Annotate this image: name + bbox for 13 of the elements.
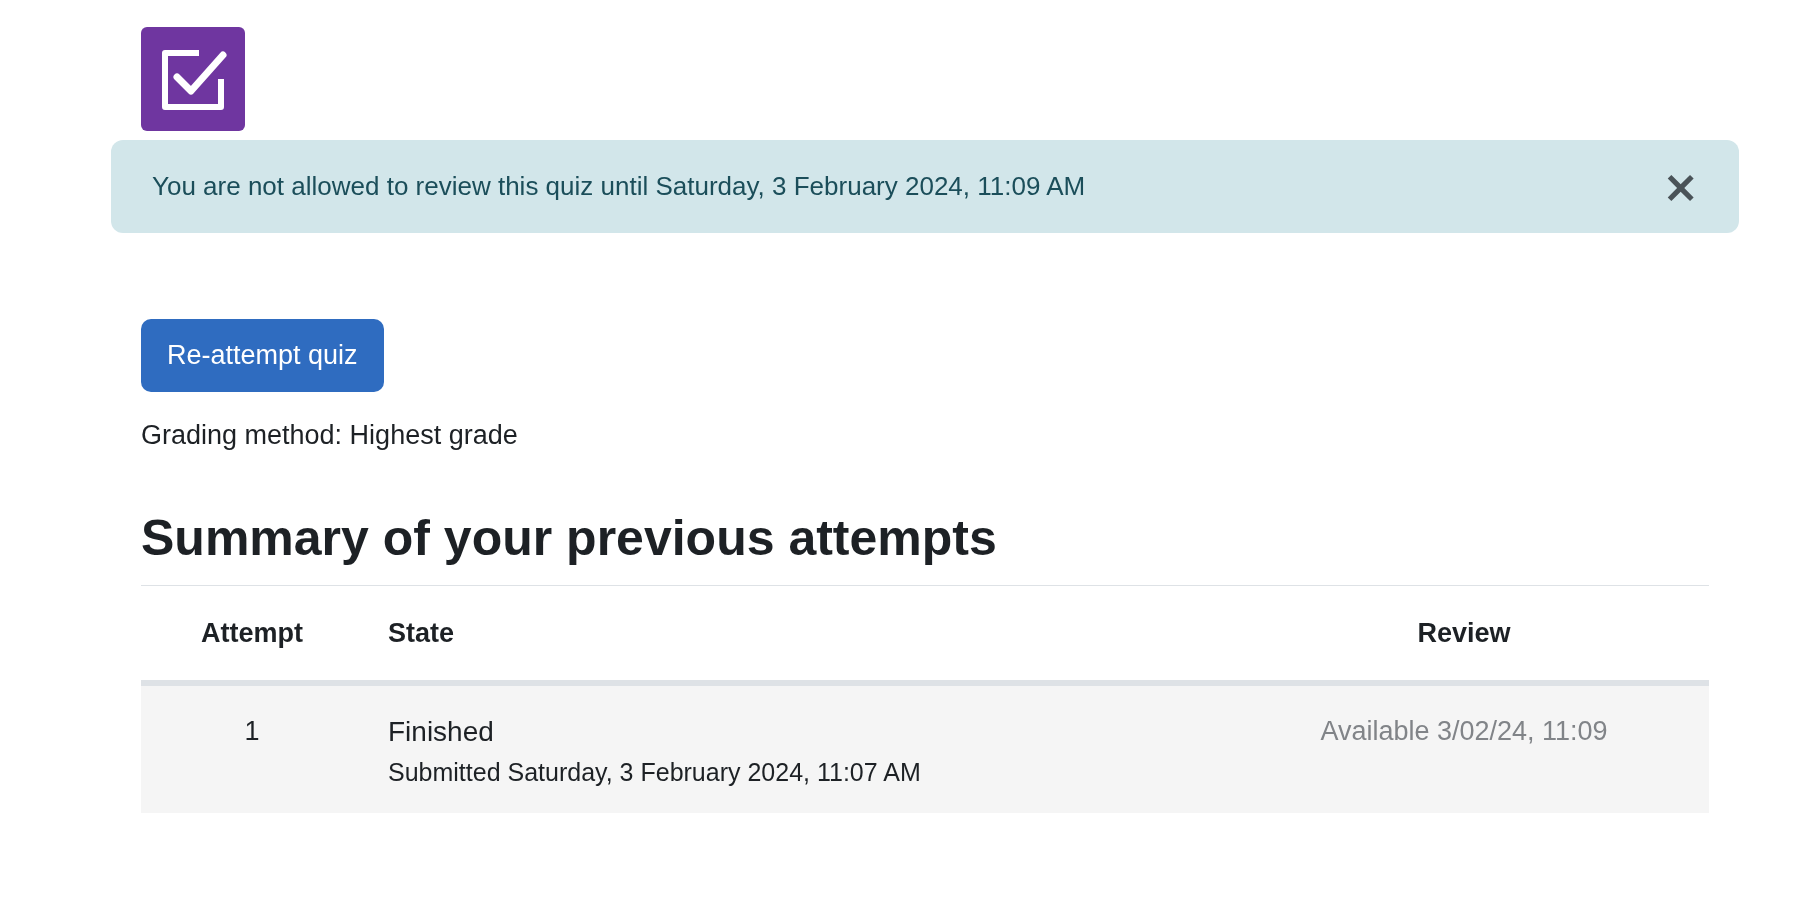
summary-heading: Summary of your previous attempts xyxy=(141,509,1709,586)
attempt-cell-text: 1 xyxy=(243,716,261,747)
reattempt-button[interactable]: Re-attempt quiz xyxy=(141,319,384,392)
state-text: Finished xyxy=(388,716,495,748)
column-header: State xyxy=(387,617,456,649)
quiz-icon xyxy=(141,27,245,131)
close-button[interactable]: × xyxy=(1662,164,1699,209)
column-header: Review xyxy=(1416,617,1512,649)
grading-method-text: Grading method: Highest grade xyxy=(141,420,519,451)
column-header: Attempt xyxy=(200,617,304,649)
review-cell-text: Available 3/02/24, 11:09 xyxy=(1319,716,1609,747)
submitted-text: Submitted Saturday, 3 February 2024, 11:07 AM xyxy=(388,758,922,787)
alert-message: You are not allowed to review this quiz until Saturday, 3 February 2024, 11:09 AM xyxy=(152,171,1086,202)
